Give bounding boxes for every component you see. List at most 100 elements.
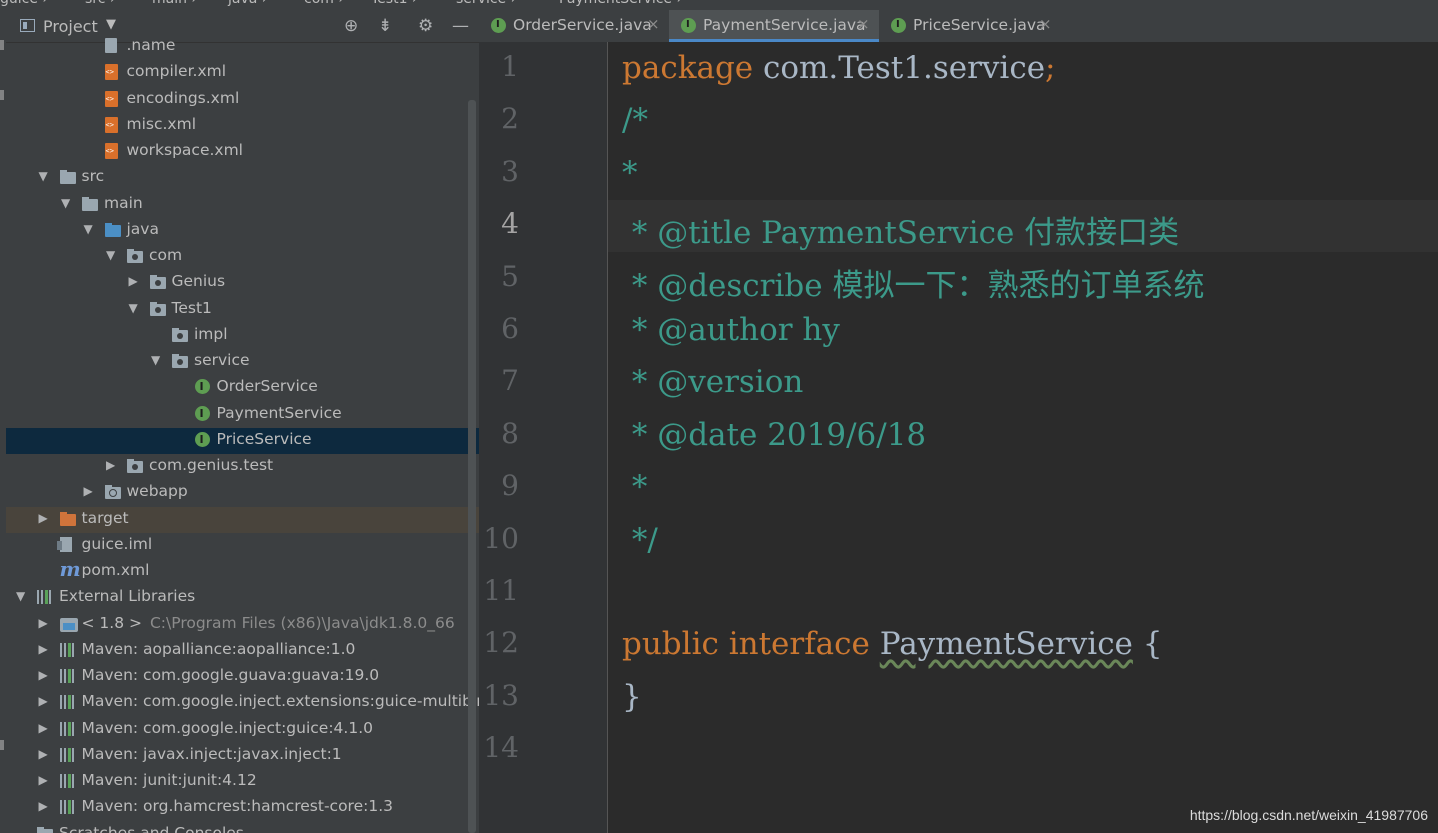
tree-node[interactable]: ▼ java [6, 218, 479, 244]
code-line[interactable]: */ [622, 522, 658, 558]
tree-node-text: Scratches and Consoles [59, 823, 244, 833]
tree-node[interactable]: PriceService [6, 427, 479, 454]
tree-node[interactable]: pom.xml [6, 557, 479, 585]
tree-node[interactable]: guice.iml [6, 533, 479, 559]
code-line[interactable]: * [622, 155, 638, 191]
tree-node[interactable]: ▼ External Libraries [6, 585, 479, 611]
expand-arrow-icon[interactable]: ▼ [39, 169, 48, 183]
collapse-arrow-icon[interactable]: ▶ [39, 799, 48, 813]
tree-node[interactable]: ▶ Maven: aopalliance:aopalliance:1.0 [6, 638, 479, 664]
tree-node[interactable]: compiler.xml [6, 60, 479, 86]
tree-node[interactable]: .name [6, 34, 479, 60]
code-token: /* [622, 102, 648, 139]
tool-window-marker[interactable] [0, 40, 4, 50]
breadcrumb-item[interactable]: main › [152, 0, 197, 7]
code-line[interactable]: * [622, 469, 648, 505]
chevron-down-icon[interactable]: ▼ [106, 17, 116, 32]
collapse-all-icon[interactable]: ⇟ [378, 16, 392, 36]
expand-arrow-icon[interactable]: ▼ [61, 196, 70, 210]
code-line[interactable]: * @author hy [622, 312, 840, 348]
collapse-arrow-icon[interactable]: ▶ [129, 274, 138, 288]
tree-node[interactable]: ▶ Maven: com.google.guava:guava:19.0 [6, 664, 479, 690]
collapse-arrow-icon[interactable]: ▶ [39, 616, 48, 630]
tree-node-label: service [194, 351, 250, 369]
locate-icon[interactable]: ⊕ [344, 16, 358, 36]
breadcrumb-item[interactable]: guice › [0, 0, 48, 7]
code-line[interactable]: /* [622, 102, 648, 138]
tree-node[interactable]: ▼ main [6, 192, 479, 218]
tree-node[interactable]: ▶ Maven: javax.inject:javax.inject:1 [6, 743, 479, 769]
tree-node-label: Maven: junit:junit:4.12 [82, 771, 257, 789]
tree-node[interactable]: misc.xml [6, 113, 479, 139]
collapse-arrow-icon[interactable]: ▶ [39, 511, 48, 525]
tool-window-marker[interactable] [0, 90, 4, 100]
gear-icon[interactable]: ⚙ [418, 16, 433, 36]
tool-window-marker[interactable] [0, 740, 4, 750]
close-icon[interactable]: × [647, 15, 660, 33]
collapse-arrow-icon[interactable]: ▶ [39, 747, 48, 761]
editor-tab[interactable]: PaymentService.java× [669, 10, 879, 42]
tree-node[interactable]: ▼ com [6, 244, 479, 270]
code-line[interactable]: * @describe 模拟一下：熟悉的订单系统 [622, 260, 1205, 305]
breadcrumb-item[interactable]: src › [85, 0, 116, 7]
code-line[interactable]: } [622, 679, 642, 715]
breadcrumb-item[interactable]: PaymentService › [559, 0, 682, 7]
tree-node-text: Maven: org.hamcrest:hamcrest-core:1.3 [81, 797, 394, 816]
code-line[interactable]: * @title PaymentService 付款接口类 [622, 207, 1179, 252]
tree-node[interactable]: PaymentService [6, 402, 479, 428]
tree-node[interactable]: ▼ src [6, 165, 479, 191]
line-number: 13 [483, 678, 519, 712]
code-line[interactable]: package com.Test1.service; [622, 50, 1056, 86]
expand-arrow-icon[interactable]: ▼ [84, 222, 93, 236]
collapse-arrow-icon[interactable]: ▶ [39, 668, 48, 682]
collapse-arrow-icon[interactable]: ▶ [39, 773, 48, 787]
tree-node-label: PaymentService [217, 404, 342, 422]
tree-node[interactable]: encodings.xml [6, 87, 479, 113]
breadcrumb-item[interactable]: service › [456, 0, 516, 7]
collapse-arrow-icon[interactable]: ▶ [39, 642, 48, 656]
minimize-icon[interactable]: — [452, 16, 469, 36]
close-icon[interactable]: × [857, 15, 870, 33]
interface-icon [681, 18, 696, 33]
expand-arrow-icon[interactable]: ▼ [151, 353, 160, 367]
expand-arrow-icon[interactable]: ▼ [129, 301, 138, 315]
editor-tab[interactable]: PriceService.java× [879, 10, 1061, 42]
collapse-arrow-icon[interactable]: ▶ [39, 694, 48, 708]
breadcrumb-item[interactable]: java › [228, 0, 267, 7]
breadcrumb-item[interactable]: com › [304, 0, 344, 7]
tree-node[interactable]: workspace.xml [6, 139, 479, 165]
code-editor[interactable]: 1 2 3 4 5 6 7 8 9 10 11 12 13 14 package com.Test1.se… [479, 42, 1438, 833]
collapse-arrow-icon[interactable]: ▶ [106, 458, 115, 472]
collapse-arrow-icon[interactable]: ▶ [84, 484, 93, 498]
tree-node[interactable]: ▶ < 1.8 > C:\Program Files (x86)\Java\jdk1… [6, 612, 479, 638]
tree-node-label: Scratches and Consoles [59, 824, 244, 833]
tree-node[interactable]: impl [6, 323, 479, 349]
tree-node[interactable]: ▶ com.genius.test [6, 454, 479, 480]
tree-node[interactable]: ▼ service [6, 349, 479, 375]
editor-tab[interactable]: OrderService.java× [479, 10, 669, 42]
tree-node[interactable]: ▶ target [6, 506, 479, 533]
tree-node[interactable]: Scratches and Consoles [6, 822, 479, 833]
tree-node[interactable]: ▼ Test1 [6, 297, 479, 323]
tree-node[interactable]: ▶ Genius [6, 270, 479, 296]
code-line[interactable]: public interface PaymentService { [622, 626, 1162, 662]
tree-node[interactable]: OrderService [6, 375, 479, 401]
tree-node[interactable]: ▶ webapp [6, 480, 479, 506]
tree-node-label: .name [127, 36, 176, 54]
breadcrumb-item[interactable]: Test1 › [371, 0, 418, 7]
code-line[interactable]: * @version [622, 364, 804, 400]
tree-node-label: Test1 [172, 299, 212, 317]
expand-arrow-icon[interactable]: ▼ [106, 248, 115, 262]
project-scrollbar[interactable] [468, 100, 476, 833]
tree-node[interactable]: ▶ Maven: junit:junit:4.12 [6, 769, 479, 795]
code-line[interactable]: * @date 2019/6/18 [622, 417, 926, 453]
tree-node-label: External Libraries [59, 587, 195, 605]
line-number: 1 [501, 50, 519, 83]
tree-node[interactable]: ▶ Maven: com.google.inject.extensions:gui… [6, 690, 480, 716]
close-icon[interactable]: × [1039, 15, 1052, 33]
tree-node[interactable]: ▶ Maven: com.google.inject:guice:4.1.0 [6, 717, 479, 743]
tree-node[interactable]: ▶ Maven: org.hamcrest:hamcrest-core:1.3 [6, 795, 479, 821]
collapse-arrow-icon[interactable]: ▶ [39, 721, 48, 735]
sdk-icon [59, 617, 78, 632]
expand-arrow-icon[interactable]: ▼ [16, 589, 25, 603]
